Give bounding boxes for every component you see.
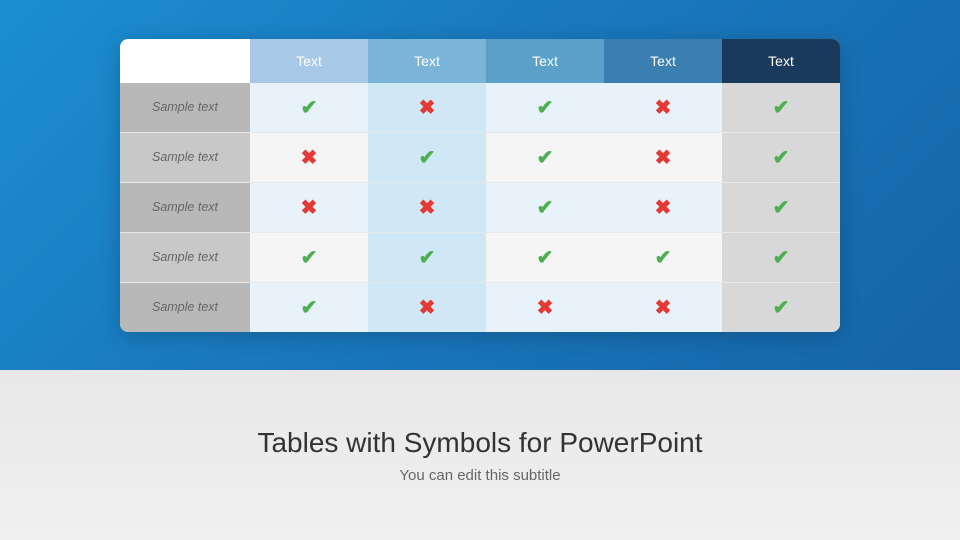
cell-r3-c0: ✔ xyxy=(250,232,368,282)
cross-icon: ✖ xyxy=(655,147,672,169)
check-icon: ✔ xyxy=(419,247,436,269)
cross-icon: ✖ xyxy=(419,197,436,219)
main-title: Tables with Symbols for PowerPoint xyxy=(257,427,702,459)
cell-r1-c0: ✖ xyxy=(250,132,368,182)
cross-icon: ✖ xyxy=(301,197,318,219)
check-icon: ✔ xyxy=(419,147,436,169)
table-row: Sample text ✔ ✔ ✔ ✔ ✔ xyxy=(120,232,840,282)
cell-r2-c4: ✔ xyxy=(722,182,840,232)
cell-r2-c3: ✖ xyxy=(604,182,722,232)
check-icon: ✔ xyxy=(773,97,790,119)
check-icon: ✔ xyxy=(773,197,790,219)
cell-r1-c4: ✔ xyxy=(722,132,840,182)
header-col3: Text xyxy=(486,39,604,83)
cell-r3-c2: ✔ xyxy=(486,232,604,282)
table-header-row: Text Text Text Text Text xyxy=(120,39,840,83)
check-icon: ✔ xyxy=(301,247,318,269)
check-icon: ✔ xyxy=(301,297,318,319)
cell-r0-c1: ✖ xyxy=(368,83,486,133)
check-icon: ✔ xyxy=(537,197,554,219)
check-icon: ✔ xyxy=(537,147,554,169)
header-col1: Text xyxy=(250,39,368,83)
check-icon: ✔ xyxy=(773,147,790,169)
check-icon: ✔ xyxy=(537,97,554,119)
cell-r0-c3: ✖ xyxy=(604,83,722,133)
cell-r4-c2: ✖ xyxy=(486,282,604,332)
table-card: Text Text Text Text Text Sample text ✔ ✖ ✔ ✖… xyxy=(120,39,840,332)
cell-r0-c2: ✔ xyxy=(486,83,604,133)
row-label: Sample text xyxy=(120,83,250,133)
row-label: Sample text xyxy=(120,282,250,332)
cell-r1-c1: ✔ xyxy=(368,132,486,182)
row-label: Sample text xyxy=(120,232,250,282)
cell-r4-c0: ✔ xyxy=(250,282,368,332)
cross-icon: ✖ xyxy=(419,297,436,319)
cross-icon: ✖ xyxy=(655,297,672,319)
header-col5: Text xyxy=(722,39,840,83)
table-row: Sample text ✖ ✔ ✔ ✖ ✔ xyxy=(120,132,840,182)
cell-r3-c4: ✔ xyxy=(722,232,840,282)
check-icon: ✔ xyxy=(537,247,554,269)
cell-r3-c1: ✔ xyxy=(368,232,486,282)
table-row: Sample text ✖ ✖ ✔ ✖ ✔ xyxy=(120,182,840,232)
header-label-cell xyxy=(120,39,250,83)
bottom-section: Tables with Symbols for PowerPoint You c… xyxy=(0,370,960,540)
cell-r4-c3: ✖ xyxy=(604,282,722,332)
header-col4: Text xyxy=(604,39,722,83)
cross-icon: ✖ xyxy=(655,97,672,119)
row-label: Sample text xyxy=(120,132,250,182)
row-label: Sample text xyxy=(120,182,250,232)
cell-r4-c4: ✔ xyxy=(722,282,840,332)
cross-icon: ✖ xyxy=(419,97,436,119)
cell-r4-c1: ✖ xyxy=(368,282,486,332)
check-icon: ✔ xyxy=(773,297,790,319)
table-row: Sample text ✔ ✖ ✔ ✖ ✔ xyxy=(120,83,840,133)
cell-r2-c1: ✖ xyxy=(368,182,486,232)
cell-r0-c0: ✔ xyxy=(250,83,368,133)
cell-r1-c3: ✖ xyxy=(604,132,722,182)
subtitle: You can edit this subtitle xyxy=(399,467,560,484)
check-icon: ✔ xyxy=(655,247,672,269)
comparison-table: Text Text Text Text Text Sample text ✔ ✖ ✔ ✖… xyxy=(120,39,840,332)
header-col2: Text xyxy=(368,39,486,83)
cross-icon: ✖ xyxy=(301,147,318,169)
table-row: Sample text ✔ ✖ ✖ ✖ ✔ xyxy=(120,282,840,332)
cell-r2-c2: ✔ xyxy=(486,182,604,232)
cell-r2-c0: ✖ xyxy=(250,182,368,232)
cross-icon: ✖ xyxy=(537,297,554,319)
check-icon: ✔ xyxy=(301,97,318,119)
cell-r1-c2: ✔ xyxy=(486,132,604,182)
check-icon: ✔ xyxy=(773,247,790,269)
cell-r0-c4: ✔ xyxy=(722,83,840,133)
cell-r3-c3: ✔ xyxy=(604,232,722,282)
top-section: Text Text Text Text Text Sample text ✔ ✖ ✔ ✖… xyxy=(0,0,960,370)
cross-icon: ✖ xyxy=(655,197,672,219)
